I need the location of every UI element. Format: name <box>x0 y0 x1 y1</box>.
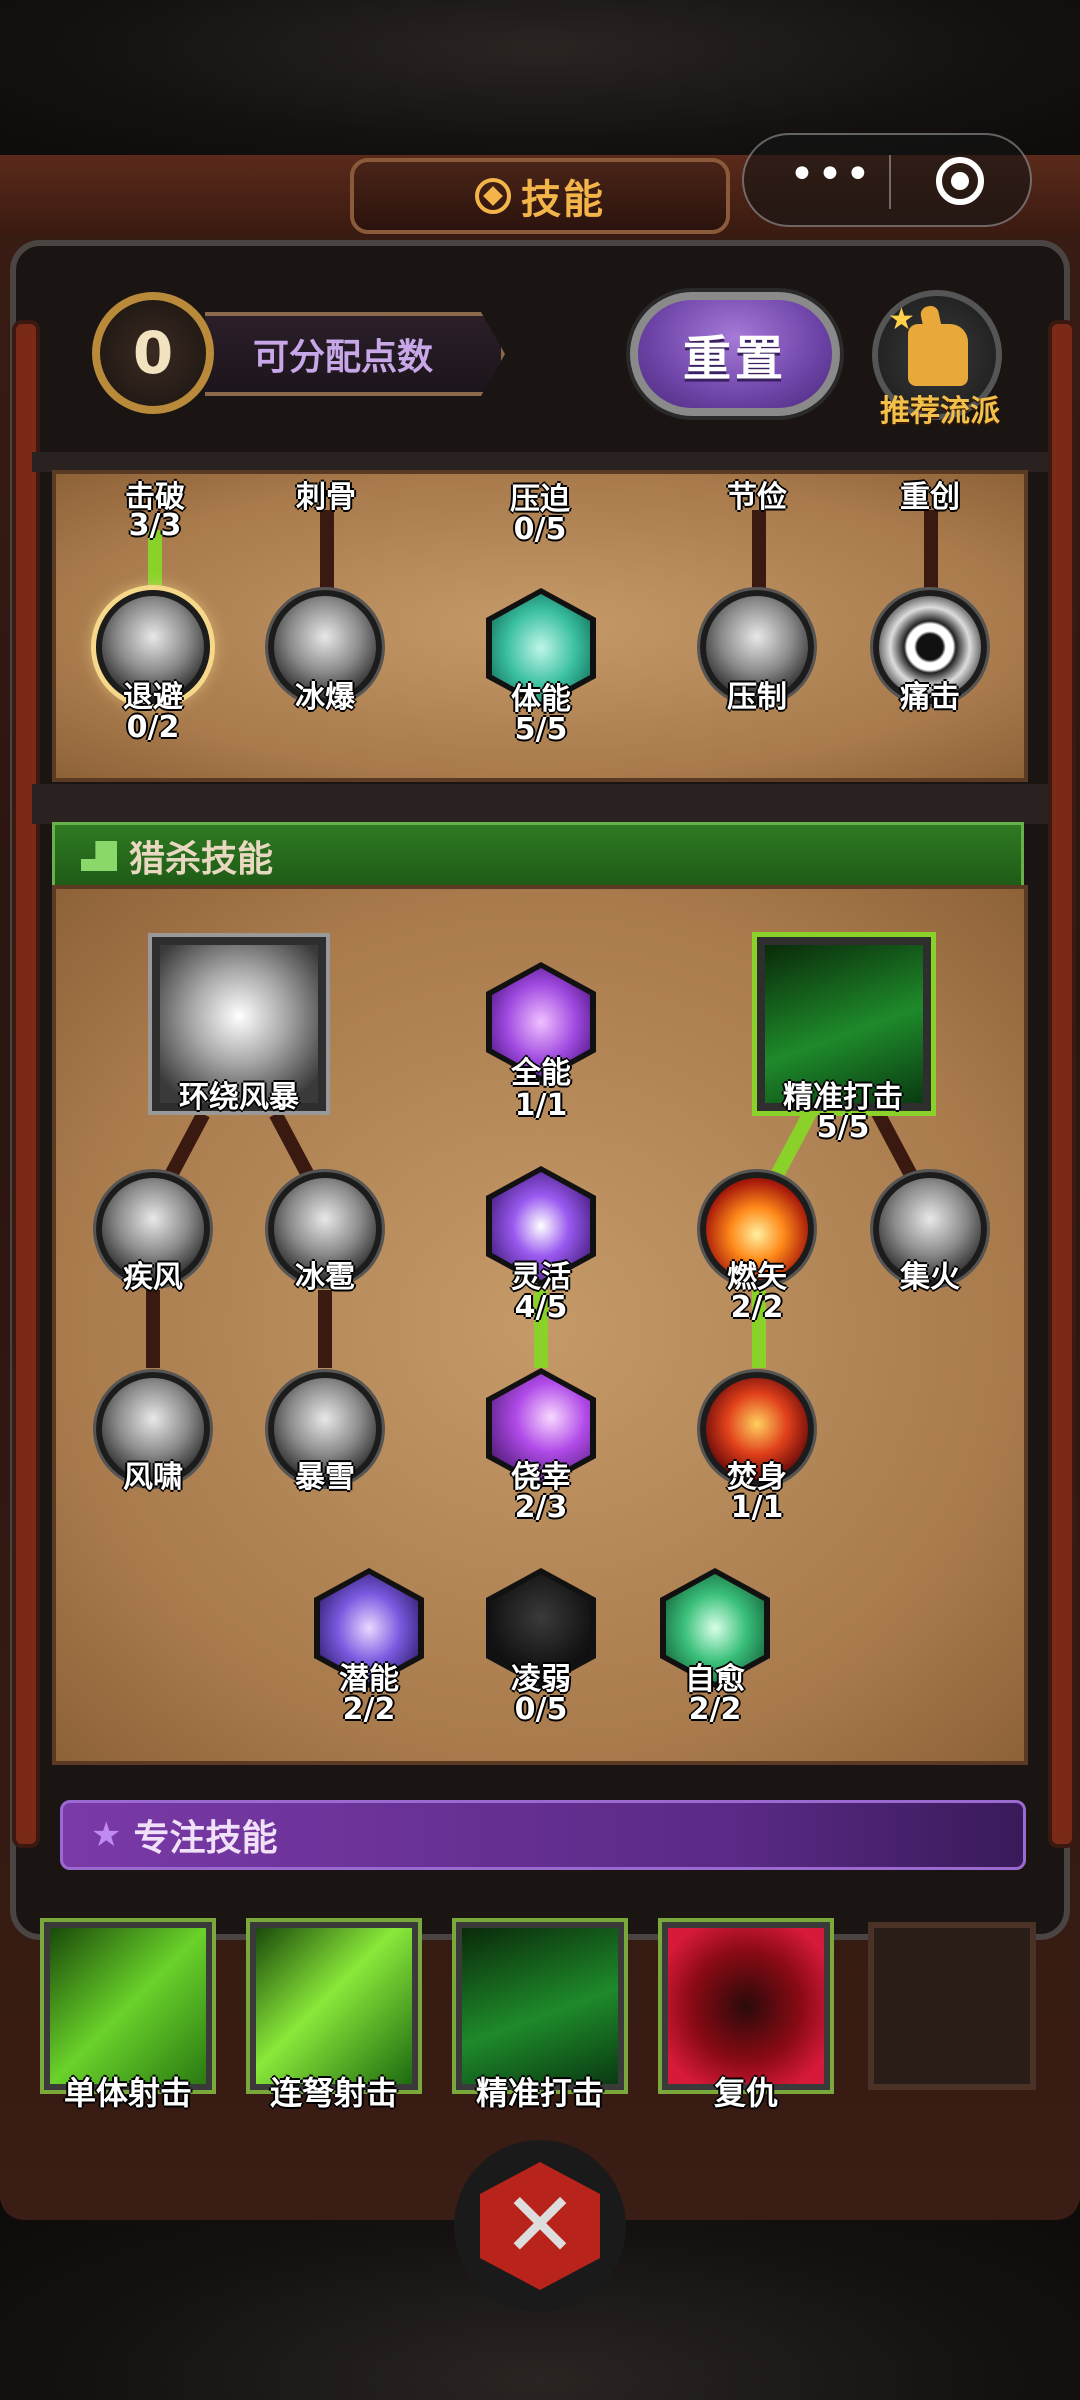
skill-count: 2/2 <box>730 1290 784 1325</box>
reset-button[interactable]: 重置 <box>630 292 840 416</box>
skill-name: 压制 <box>727 680 787 715</box>
focus-section-header: ★ 专注技能 <box>60 1800 1026 1870</box>
focus-slot-label: 精准打击 <box>475 2074 604 2112</box>
star-icon: ★ <box>91 1815 122 1855</box>
skill-count: 1/1 <box>514 1088 568 1123</box>
close-target-icon[interactable] <box>936 157 984 205</box>
skill-name[interactable]: 节俭 <box>697 472 817 516</box>
right-rail <box>1048 320 1076 1848</box>
focus-slot-single-shot[interactable] <box>44 1922 212 2090</box>
focus-section-title: 专注技能 <box>133 1818 278 1859</box>
focus-slot-label: 连弩射击 <box>269 2074 398 2112</box>
skill-name: 冰爆 <box>295 680 355 715</box>
skill-count: 2/2 <box>688 1692 742 1727</box>
focus-slot-revenge[interactable] <box>662 1922 830 2090</box>
skill-link <box>318 1290 332 1368</box>
focus-slot-precision-strike[interactable] <box>456 1922 624 2090</box>
more-icon[interactable]: ••• <box>789 153 871 197</box>
skill-count: 5/5 <box>514 712 568 747</box>
skill-name: 痛击 <box>900 680 960 715</box>
skill-count: 0/5 <box>513 512 567 547</box>
skill-name: 风啸 <box>123 1460 183 1495</box>
focus-slot-label: 单体射击 <box>63 2074 192 2112</box>
focus-slot-empty[interactable] <box>868 1922 1036 2090</box>
focus-slot-label: 复仇 <box>713 2074 778 2112</box>
skill-link <box>146 1290 160 1368</box>
recommend-label[interactable]: 推荐流派 <box>860 386 1020 430</box>
close-emblem: ✕ <box>480 2162 600 2290</box>
skill-name: 集火 <box>900 1260 960 1295</box>
hunt-section-title: 猎杀技能 <box>129 839 274 880</box>
left-rail <box>12 320 40 1848</box>
skill-link <box>924 510 938 590</box>
points-label-bar: 可分配点数 <box>205 312 505 396</box>
skill-count: 4/5 <box>514 1290 568 1325</box>
points-label: 可分配点数 <box>253 337 434 378</box>
skill-count: 5/5 <box>816 1110 870 1145</box>
capsule-divider <box>889 155 891 209</box>
page-title: 技能 <box>521 177 605 223</box>
close-button[interactable]: ✕ <box>454 2140 626 2312</box>
skill-name: 环绕风暴 <box>179 1080 299 1115</box>
skill-count: 3/3 <box>128 508 182 543</box>
star-icon: ★ <box>888 302 915 337</box>
skill-name[interactable]: 重创 <box>870 472 990 516</box>
reset-button-label: 重置 <box>682 331 787 387</box>
title-plate: 技能 <box>350 158 730 234</box>
points-value: 0 <box>132 319 174 387</box>
skill-name: 疾风 <box>123 1260 183 1295</box>
points-counter: 0 <box>92 292 214 414</box>
skill-link <box>752 510 766 590</box>
skill-link <box>320 510 334 590</box>
panel-divider <box>32 452 1048 472</box>
mini-program-capsule: ••• <box>742 133 1032 227</box>
hunt-section-header: 猎杀技能 <box>52 822 1024 890</box>
skill-count: 0/2 <box>126 710 180 745</box>
thumbs-up-icon <box>908 324 968 386</box>
panel-divider <box>32 784 1048 824</box>
skill-name[interactable]: 刺骨 <box>266 472 386 516</box>
skill-name: 冰雹 <box>295 1260 355 1295</box>
skill-name: 暴雪 <box>295 1460 355 1495</box>
skill-emblem-icon <box>475 178 511 214</box>
skill-count: 0/5 <box>514 1692 568 1727</box>
close-icon: ✕ <box>502 2173 578 2278</box>
skill-count: 2/3 <box>514 1490 568 1525</box>
focus-slot-crossbow-volley[interactable] <box>250 1922 418 2090</box>
skill-count: 1/1 <box>730 1490 784 1525</box>
skill-name: 全能 <box>511 1056 571 1091</box>
skill-count: 2/2 <box>342 1692 396 1727</box>
boot-icon <box>81 841 117 871</box>
